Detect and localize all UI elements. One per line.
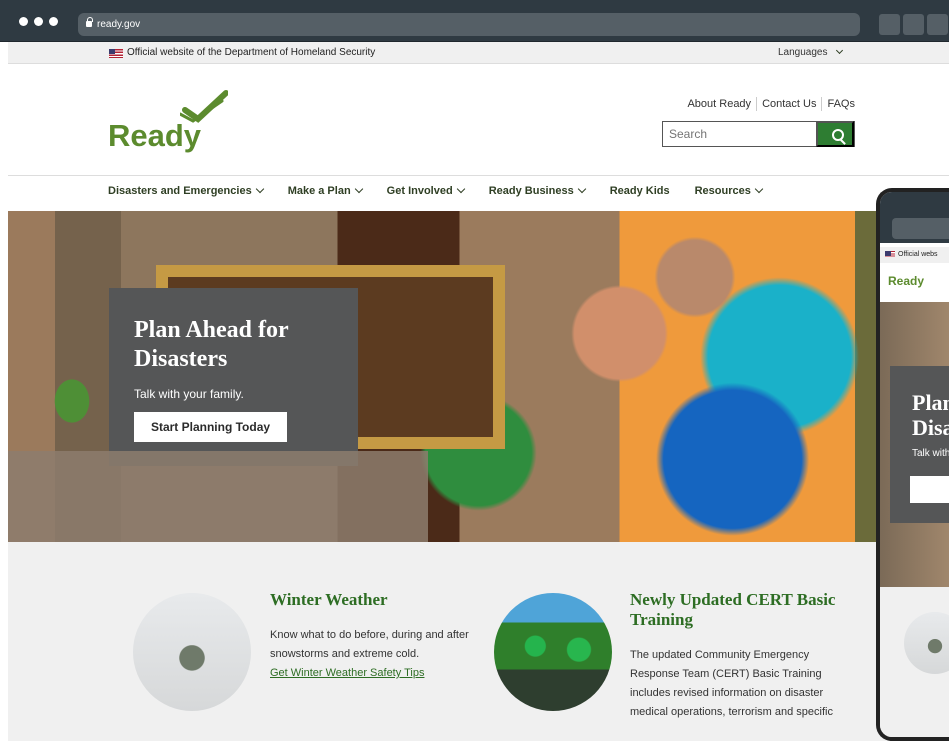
nav-label: Ready Business [488,185,574,197]
mobile-hero-title-line-1: Plan [912,390,949,415]
mobile-winter-weather-image [904,612,949,674]
mobile-hero-card: PlanDisa Talk with [890,366,949,523]
mobile-official-text: Official webs [898,251,938,258]
checkmark-logo-icon [180,90,228,123]
hero-banner: Plan Ahead for Disasters Talk with your … [8,211,949,542]
chevron-down-icon [255,184,264,194]
mobile-browser-chrome [880,192,949,243]
winter-weather-title[interactable]: Winter Weather [270,590,490,610]
nav-label: Make a Plan [287,185,351,197]
us-flag-icon [885,251,895,257]
hero-title: Plan Ahead for Disasters [134,317,289,372]
search-button[interactable] [816,121,854,147]
house-plant-image [32,351,112,451]
chevron-down-icon [354,184,363,194]
us-flag-icon [109,49,123,58]
mobile-hero-title-line-2: Disa [912,415,949,440]
mobile-logo[interactable]: Ready [888,274,924,288]
languages-dropdown[interactable]: Languages [778,46,843,58]
link-divider [756,97,758,111]
winter-safety-link[interactable]: Get Winter Weather Safety Tips [270,667,424,679]
contact-us-link[interactable]: Contact Us [762,98,816,110]
mobile-address-bar[interactable] [892,218,949,239]
chevron-down-icon [754,184,764,194]
winter-description-text: Know what to do before, during and after… [270,629,469,660]
mobile-feature-section [880,587,949,737]
search-input[interactable] [663,122,818,146]
hero-subtitle: Talk with your family. [134,387,244,401]
hero-card: Plan Ahead for Disasters Talk with your … [109,288,358,466]
cert-training-title[interactable]: Newly Updated CERT Basic Training [630,590,845,630]
close-window-dot[interactable] [19,17,28,26]
minimize-window-dot[interactable] [34,17,43,26]
mobile-hero: PlanDisa Talk with [880,302,949,587]
languages-label: Languages [778,47,828,58]
browser-chrome: ready.gov [0,0,949,42]
official-site-text: Official website of the Department of Ho… [127,47,376,58]
government-banner: Official website of the Department of Ho… [8,42,949,64]
winter-weather-image [133,593,251,711]
feature-section: Winter Weather Know what to do before, d… [8,542,949,741]
chevron-down-icon [577,184,586,194]
toolbar-button[interactable] [903,14,924,35]
nav-label: Get Involved [386,185,453,197]
mobile-hero-title: PlanDisa [912,390,949,440]
site-header: Ready About Ready Contact Us FAQs [8,64,949,176]
browser-window: ready.gov Official website of the Depart… [0,0,949,741]
faqs-link[interactable]: FAQs [827,98,855,110]
address-bar[interactable]: ready.gov [78,13,860,36]
mobile-preview-device: Official webs Ready PlanDisa Talk with [876,188,949,741]
link-divider [821,97,823,111]
winter-weather-description: Know what to do before, during and after… [270,626,485,683]
mobile-government-banner: Official webs [880,247,949,263]
nav-label: Ready Kids [609,185,670,197]
logo-text: Ready [108,118,202,153]
nav-ready-kids[interactable]: Ready Kids [610,185,670,197]
maximize-window-dot[interactable] [49,17,58,26]
about-ready-link[interactable]: About Ready [687,98,751,110]
toolbar-button[interactable] [879,14,900,35]
mobile-start-button[interactable] [910,476,949,503]
main-navigation: Disasters and Emergencies Make a Plan Ge… [108,184,764,197]
nav-make-a-plan[interactable]: Make a Plan [287,184,363,197]
nav-ready-business[interactable]: Ready Business [488,184,586,197]
cert-training-image [494,593,612,711]
start-planning-button[interactable]: Start Planning Today [134,412,287,442]
url-text: ready.gov [97,19,141,30]
lock-icon [86,17,93,27]
nav-label: Disasters and Emergencies [108,185,252,197]
ready-logo[interactable]: Ready [108,90,238,160]
utility-links: About Ready Contact Us FAQs [687,97,855,111]
chevron-down-icon [835,46,843,55]
nav-resources[interactable]: Resources [694,184,764,197]
nav-label: Resources [694,185,751,197]
chevron-down-icon [456,184,465,194]
nav-get-involved[interactable]: Get Involved [386,184,465,197]
search-form [662,121,855,147]
mobile-hero-subtitle: Talk with [912,448,949,459]
nav-disasters-and-emergencies[interactable]: Disasters and Emergencies [108,184,264,197]
toolbar-button[interactable] [927,14,948,35]
cert-training-description: The updated Community Emergency Response… [630,649,833,718]
